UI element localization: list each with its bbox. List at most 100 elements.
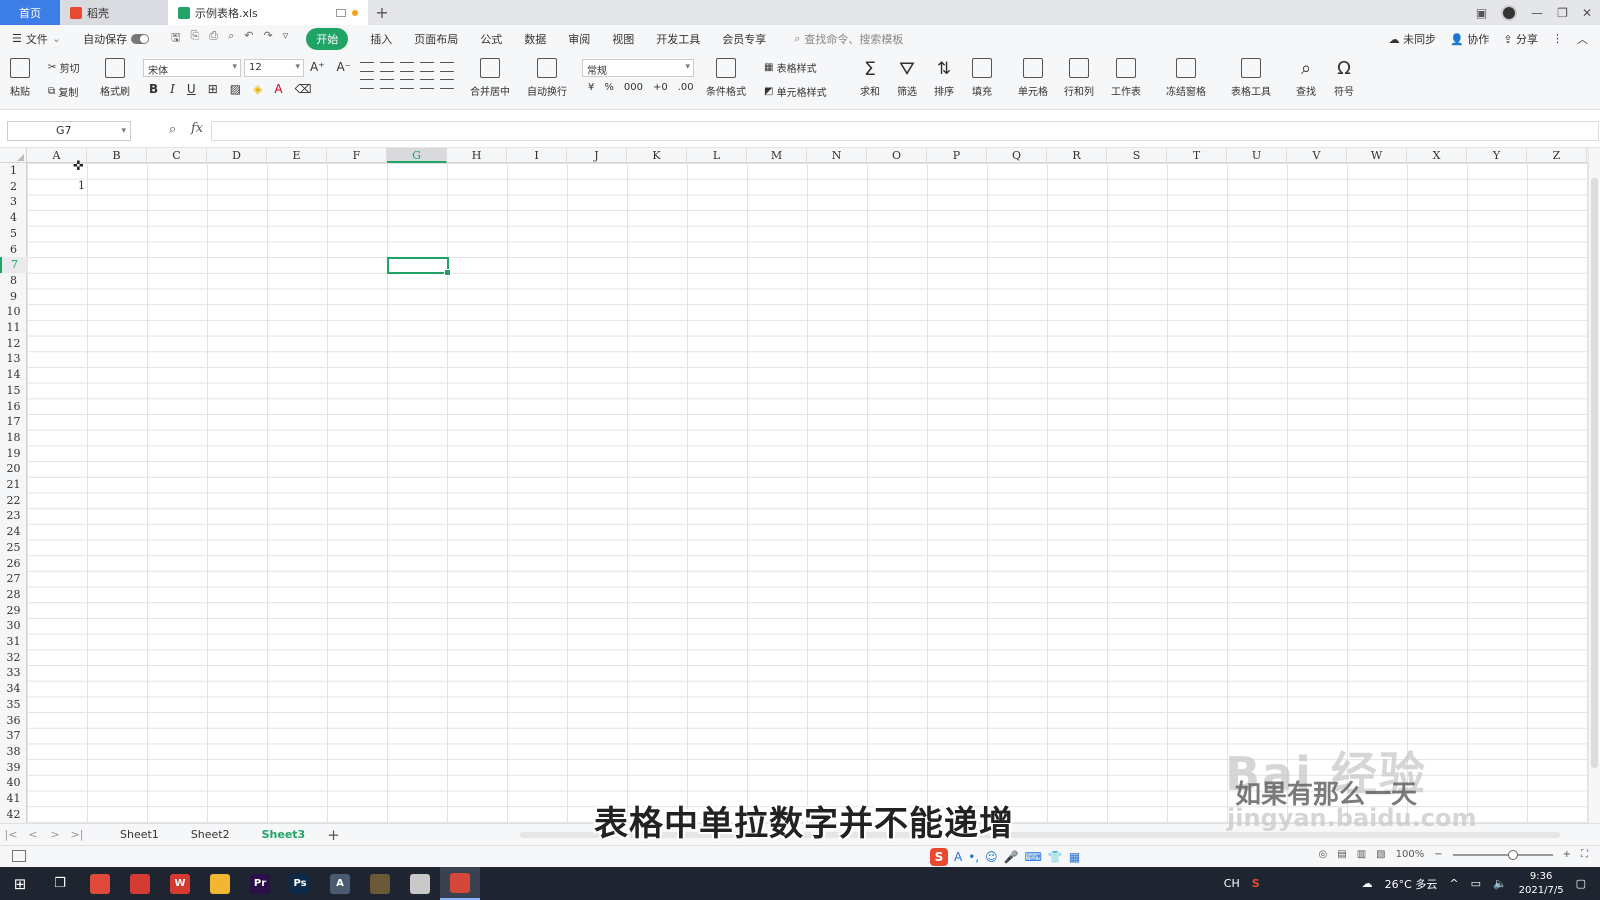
row-header-28[interactable]: 28 xyxy=(0,587,27,603)
zoom-slider[interactable] xyxy=(1452,849,1553,860)
column-header-J[interactable]: J xyxy=(567,148,627,163)
zoom-in-button[interactable]: + xyxy=(1563,849,1571,860)
collab-button[interactable]: 👤 协作 xyxy=(1450,31,1489,47)
rows-cols-button[interactable]: 行和列 xyxy=(1064,58,1094,98)
add-sheet-button[interactable]: + xyxy=(327,826,340,844)
align-middle-icon[interactable] xyxy=(380,62,394,72)
volume-icon[interactable]: 🔈 xyxy=(1493,877,1507,890)
column-header-E[interactable]: E xyxy=(267,148,327,163)
taskbar-app-4[interactable]: Pr xyxy=(240,867,280,900)
column-header-F[interactable]: F xyxy=(327,148,387,163)
command-search[interactable]: ⌕ 查找命令、搜索模板 xyxy=(794,31,903,47)
increase-font-icon[interactable]: A⁺ xyxy=(310,60,325,74)
filter-button[interactable]: ⛛ 筛选 xyxy=(897,58,917,98)
paste-button[interactable]: 粘贴 xyxy=(10,58,30,98)
row-header-2[interactable]: 2 xyxy=(0,179,27,195)
tab-document[interactable]: 示例表格.xls xyxy=(168,0,368,25)
taskbar-app-9[interactable] xyxy=(440,867,480,900)
row-header-7[interactable]: 7 xyxy=(0,257,27,273)
taskbar-app-2[interactable]: W xyxy=(160,867,200,900)
taskbar-app-7[interactable] xyxy=(360,867,400,900)
close-icon[interactable]: ✕ xyxy=(1582,6,1592,20)
row-header-17[interactable]: 17 xyxy=(0,414,27,430)
save-icon[interactable]: 🖫 xyxy=(171,29,180,48)
fx-button[interactable]: fx xyxy=(191,121,203,136)
row-header-20[interactable]: 20 xyxy=(0,461,27,477)
menu-tab-page-layout[interactable]: 页面布局 xyxy=(414,31,458,47)
normal-view-icon[interactable]: ▤ xyxy=(1337,849,1346,860)
layout-icon[interactable]: ▣ xyxy=(1476,6,1487,20)
network-icon[interactable]: ▭ xyxy=(1471,877,1481,890)
file-menu[interactable]: ☰ 文件 ⌄ xyxy=(12,31,61,47)
avatar[interactable] xyxy=(1501,4,1518,21)
menu-tab-formulas[interactable]: 公式 xyxy=(480,31,502,47)
input-language[interactable]: CH xyxy=(1224,877,1240,890)
active-cell-G7[interactable] xyxy=(387,257,451,276)
row-header-3[interactable]: 3 xyxy=(0,194,27,210)
formula-input[interactable] xyxy=(211,121,1599,141)
row-header-9[interactable]: 9 xyxy=(0,289,27,305)
number-format-select[interactable]: 常规 xyxy=(582,59,694,77)
table-tools-button[interactable]: 表格工具 xyxy=(1231,58,1271,98)
align-left-icon[interactable] xyxy=(360,79,374,89)
row-header-21[interactable]: 21 xyxy=(0,477,27,493)
column-header-L[interactable]: L xyxy=(687,148,747,163)
start-button[interactable]: ⊞ xyxy=(0,867,40,900)
row-header-31[interactable]: 31 xyxy=(0,634,27,650)
align-center-icon[interactable] xyxy=(380,79,394,89)
column-header-M[interactable]: M xyxy=(747,148,807,163)
page-layout-view-icon[interactable]: ▥ xyxy=(1357,849,1366,860)
border-icon[interactable]: ⊞ xyxy=(208,82,218,96)
collapse-ribbon-icon[interactable]: ︿ xyxy=(1577,31,1588,47)
row-header-29[interactable]: 29 xyxy=(0,603,27,619)
row-header-38[interactable]: 38 xyxy=(0,744,27,760)
vertical-scroll-thumb[interactable] xyxy=(1591,178,1598,768)
row-header-37[interactable]: 37 xyxy=(0,728,27,744)
toolbox-icon[interactable]: ▦ xyxy=(1069,850,1080,864)
zoom-out-icon[interactable]: − xyxy=(1434,849,1442,860)
column-header-Z[interactable]: Z xyxy=(1527,148,1587,163)
row-header-12[interactable]: 12 xyxy=(0,336,27,352)
next-sheet-icon[interactable]: > xyxy=(44,828,66,841)
column-header-U[interactable]: U xyxy=(1227,148,1287,163)
row-header-11[interactable]: 11 xyxy=(0,320,27,336)
column-header-K[interactable]: K xyxy=(627,148,687,163)
row-header-23[interactable]: 23 xyxy=(0,508,27,524)
taskbar-app-8[interactable] xyxy=(400,867,440,900)
taskbar-app-0[interactable] xyxy=(80,867,120,900)
row-header-19[interactable]: 19 xyxy=(0,446,27,462)
row-header-27[interactable]: 27 xyxy=(0,571,27,587)
taskbar-app-5[interactable]: Ps xyxy=(280,867,320,900)
column-header-X[interactable]: X xyxy=(1407,148,1467,163)
select-all-corner[interactable] xyxy=(0,148,27,163)
row-header-36[interactable]: 36 xyxy=(0,713,27,729)
punctuation-icon[interactable]: •, xyxy=(968,850,979,864)
last-sheet-icon[interactable]: >| xyxy=(66,828,88,841)
autosave-toggle[interactable]: 自动保存 xyxy=(83,31,150,47)
align-right-icon[interactable] xyxy=(400,79,414,89)
menu-tab-developer[interactable]: 开发工具 xyxy=(656,31,700,47)
row-header-24[interactable]: 24 xyxy=(0,524,27,540)
row-header-26[interactable]: 26 xyxy=(0,556,27,572)
task-view-button[interactable]: ❐ xyxy=(40,867,80,900)
emoji-icon[interactable]: ☺ xyxy=(985,850,998,864)
sum-button[interactable]: Σ 求和 xyxy=(860,58,880,98)
column-header-Y[interactable]: Y xyxy=(1467,148,1527,163)
row-header-33[interactable]: 33 xyxy=(0,665,27,681)
clock[interactable]: 9:36 2021/7/5 xyxy=(1519,870,1564,898)
minimize-icon[interactable]: — xyxy=(1531,6,1543,20)
row-header-25[interactable]: 25 xyxy=(0,540,27,556)
export-icon[interactable]: ⎘ xyxy=(190,29,199,48)
share-button[interactable]: ⇪ 分享 xyxy=(1503,31,1538,47)
print-preview-icon[interactable]: ⌕ xyxy=(228,29,234,48)
eraser-icon[interactable]: ⌫ xyxy=(295,82,312,96)
wrap-text-button[interactable]: 自动换行 xyxy=(527,58,567,98)
undo-icon[interactable]: ↶ xyxy=(244,29,253,48)
chevron-up-icon[interactable]: ^ xyxy=(1449,877,1458,890)
page-break-view-icon[interactable]: ▧ xyxy=(1376,849,1385,860)
row-header-1[interactable]: 1 xyxy=(0,163,27,179)
decrease-decimal-button[interactable]: .00 xyxy=(678,82,694,93)
row-header-5[interactable]: 5 xyxy=(0,226,27,242)
new-tab-button[interactable]: + xyxy=(368,0,396,25)
sort-button[interactable]: ⇅ 排序 xyxy=(934,58,954,98)
